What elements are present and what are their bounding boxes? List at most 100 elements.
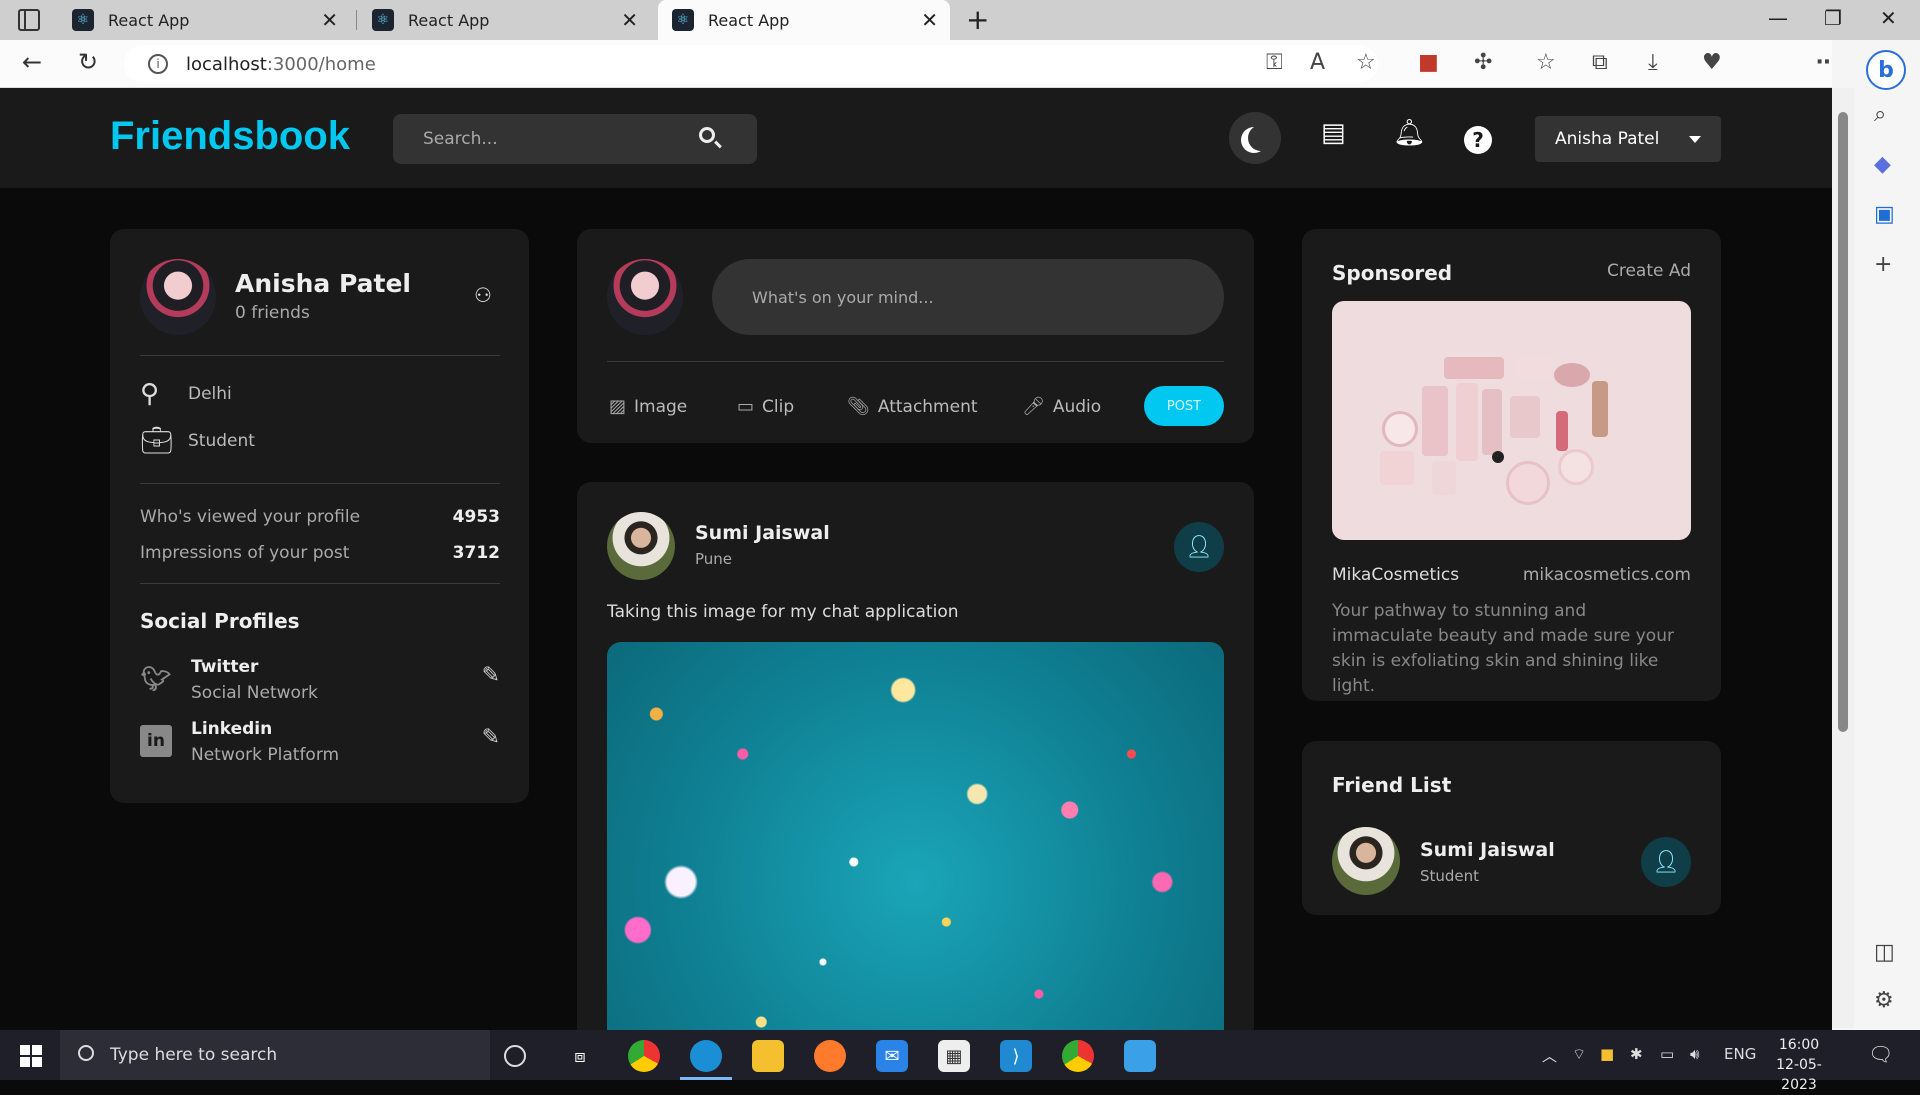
share-audio-option[interactable]: 🎤︎ Audio (1022, 396, 1101, 417)
close-tab-icon[interactable]: ✕ (321, 8, 338, 32)
file-explorer-icon[interactable] (752, 1040, 784, 1072)
favorites-icon[interactable]: ☆ (1536, 50, 1556, 75)
close-tab-icon[interactable]: ✕ (621, 8, 638, 32)
social-name: Twitter (191, 657, 259, 677)
post-image-confetti[interactable] (607, 642, 1224, 1030)
user-menu-dropdown[interactable]: Anisha Patel (1535, 116, 1721, 162)
browser-tab-1[interactable]: ⚛ React App ✕ (58, 0, 350, 40)
hide-sidebar-icon[interactable]: ◫ (1874, 940, 1895, 965)
extension-red-icon[interactable]: ■ (1418, 50, 1439, 75)
network-icon[interactable]: ⌔ (1572, 1045, 1586, 1064)
task-view-icon[interactable]: ⧈ (564, 1040, 596, 1072)
photos-icon[interactable] (1124, 1040, 1156, 1072)
minimize-icon[interactable]: — (1768, 6, 1788, 30)
sponsored-brand[interactable]: MikaCosmetics (1332, 565, 1459, 585)
performance-heart-icon[interactable]: ♥ (1702, 50, 1722, 75)
read-aloud-icon[interactable]: A (1310, 50, 1325, 75)
cortana-icon[interactable] (504, 1045, 526, 1067)
react-favicon-icon: ⚛ (72, 9, 94, 31)
notification-bell-icon[interactable]: 🔔︎ (1393, 118, 1426, 148)
edit-pencil-icon[interactable]: ✎ (482, 663, 500, 688)
cosmetic-jar (1382, 411, 1418, 447)
cosmetic-compact (1506, 461, 1550, 505)
search-icon[interactable] (699, 127, 715, 143)
remove-friend-button[interactable]: 👤︎ (1641, 837, 1691, 887)
outlook-icon[interactable]: ▣ (1874, 202, 1895, 227)
downloads-icon[interactable]: ⤓ (1648, 50, 1658, 75)
share-attachment-option[interactable]: 📎︎ Attachment (847, 396, 978, 417)
chrome-icon[interactable] (628, 1040, 660, 1072)
theme-toggle-button[interactable] (1229, 112, 1281, 164)
taskbar-clock[interactable]: 16:00 12-05-2023 (1764, 1035, 1834, 1095)
profile-name[interactable]: Anisha Patel (235, 269, 411, 298)
restore-icon[interactable]: ❐ (1824, 6, 1842, 30)
windows-start-icon[interactable] (20, 1045, 42, 1067)
post-author-name[interactable]: Sumi Jaiswal (695, 522, 830, 544)
friend-list-card: Friend List Sumi Jaiswal Student 👤︎ (1302, 741, 1721, 915)
chrome-profile-icon[interactable] (1062, 1040, 1094, 1072)
remove-friend-button[interactable]: 👤︎ (1174, 522, 1224, 572)
sidebar-settings-icon[interactable]: ⚙ (1874, 988, 1894, 1013)
post-author-avatar[interactable] (607, 512, 675, 580)
new-tab-button[interactable]: + (966, 3, 989, 36)
collections-icon[interactable]: ⧉ (1592, 50, 1608, 75)
notification-app-icon[interactable]: ■ (1600, 1045, 1614, 1063)
refresh-icon[interactable]: ↻ (78, 48, 98, 76)
sponsored-ad-image[interactable] (1332, 301, 1691, 540)
create-ad-link[interactable]: Create Ad (1607, 261, 1691, 281)
friend-avatar[interactable] (1332, 827, 1400, 895)
volume-icon[interactable]: 🔊︎ (1690, 1045, 1699, 1063)
share-image-option[interactable]: ▨ Image (609, 396, 687, 417)
vscode-icon[interactable]: ⟩ (1000, 1040, 1032, 1072)
tab-actions-icon[interactable] (18, 9, 40, 31)
post-button[interactable]: POST (1144, 386, 1224, 426)
close-window-icon[interactable]: ✕ (1880, 6, 1897, 30)
clock-date: 12-05-2023 (1776, 1057, 1822, 1093)
search-sidebar-icon[interactable]: ⌕ (1874, 102, 1886, 127)
mail-icon[interactable]: ✉ (876, 1040, 908, 1072)
app-logo[interactable]: Friendsbook (110, 114, 350, 159)
games-icon[interactable]: ◆ (1874, 152, 1891, 177)
tab-title: React App (108, 10, 190, 30)
action-center-icon[interactable]: 🗨︎ (1868, 1042, 1893, 1066)
add-favorite-icon[interactable]: ☆ (1356, 50, 1376, 75)
page-scrollbar[interactable] (1832, 88, 1854, 1028)
taskbar-search[interactable]: Type here to search (60, 1030, 490, 1080)
option-label: Attachment (877, 396, 978, 417)
help-icon[interactable]: ? (1464, 126, 1492, 154)
edge-icon[interactable] (680, 1040, 732, 1080)
friend-name[interactable]: Sumi Jaiswal (1420, 839, 1555, 861)
profile-card: Anisha Patel 0 friends ⚇ ⚲ Delhi 💼︎ Stud… (110, 229, 529, 803)
stat-label: Who's viewed your profile (140, 507, 361, 527)
share-clip-option[interactable]: ▭ Clip (737, 396, 794, 417)
show-hidden-icons[interactable]: ︿ (1542, 1045, 1557, 1066)
location-pin-icon: ⚲ (140, 379, 160, 409)
back-arrow-icon[interactable]: ← (22, 48, 42, 76)
app-page: Friendsbook ▤ 🔔︎ ? Anisha Patel Anisha P… (0, 88, 1832, 1030)
language-indicator[interactable]: ENG (1724, 1045, 1756, 1063)
extensions-puzzle-icon[interactable]: ✣ (1474, 50, 1492, 75)
site-info-icon[interactable]: i (148, 54, 168, 74)
search-input[interactable] (423, 129, 703, 149)
share-input[interactable]: What's on your mind... (712, 259, 1224, 335)
edit-pencil-icon[interactable]: ✎ (482, 725, 500, 750)
browser-tab-3-active[interactable]: ⚛ React App ✕ (658, 0, 950, 40)
stat-profile-views: Who's viewed your profile 4953 (140, 507, 500, 527)
store-icon[interactable]: ▦ (938, 1040, 970, 1072)
scrollbar-thumb[interactable] (1838, 112, 1848, 732)
add-sidebar-app-icon[interactable]: + (1874, 252, 1892, 277)
twitter-icon: 🐦︎ (140, 665, 172, 693)
browser-tab-2[interactable]: ⚛ React App ✕ (358, 0, 650, 40)
sponsored-site-link[interactable]: mikacosmetics.com (1523, 565, 1691, 585)
chat-icon[interactable]: ▤ (1321, 118, 1346, 148)
bing-chat-icon[interactable]: b (1866, 50, 1906, 90)
close-tab-icon[interactable]: ✕ (921, 8, 938, 32)
url-field[interactable]: i localhost:3000/home (124, 45, 1378, 83)
divider (140, 583, 500, 584)
bluetooth-icon[interactable]: ✱ (1630, 1045, 1643, 1063)
key-icon[interactable]: ⚿ (1266, 50, 1283, 75)
firefox-icon[interactable] (814, 1040, 846, 1072)
profile-avatar[interactable] (140, 259, 216, 335)
manage-accounts-icon[interactable]: ⚇ (474, 283, 492, 307)
battery-icon[interactable]: ▭ (1660, 1045, 1674, 1063)
